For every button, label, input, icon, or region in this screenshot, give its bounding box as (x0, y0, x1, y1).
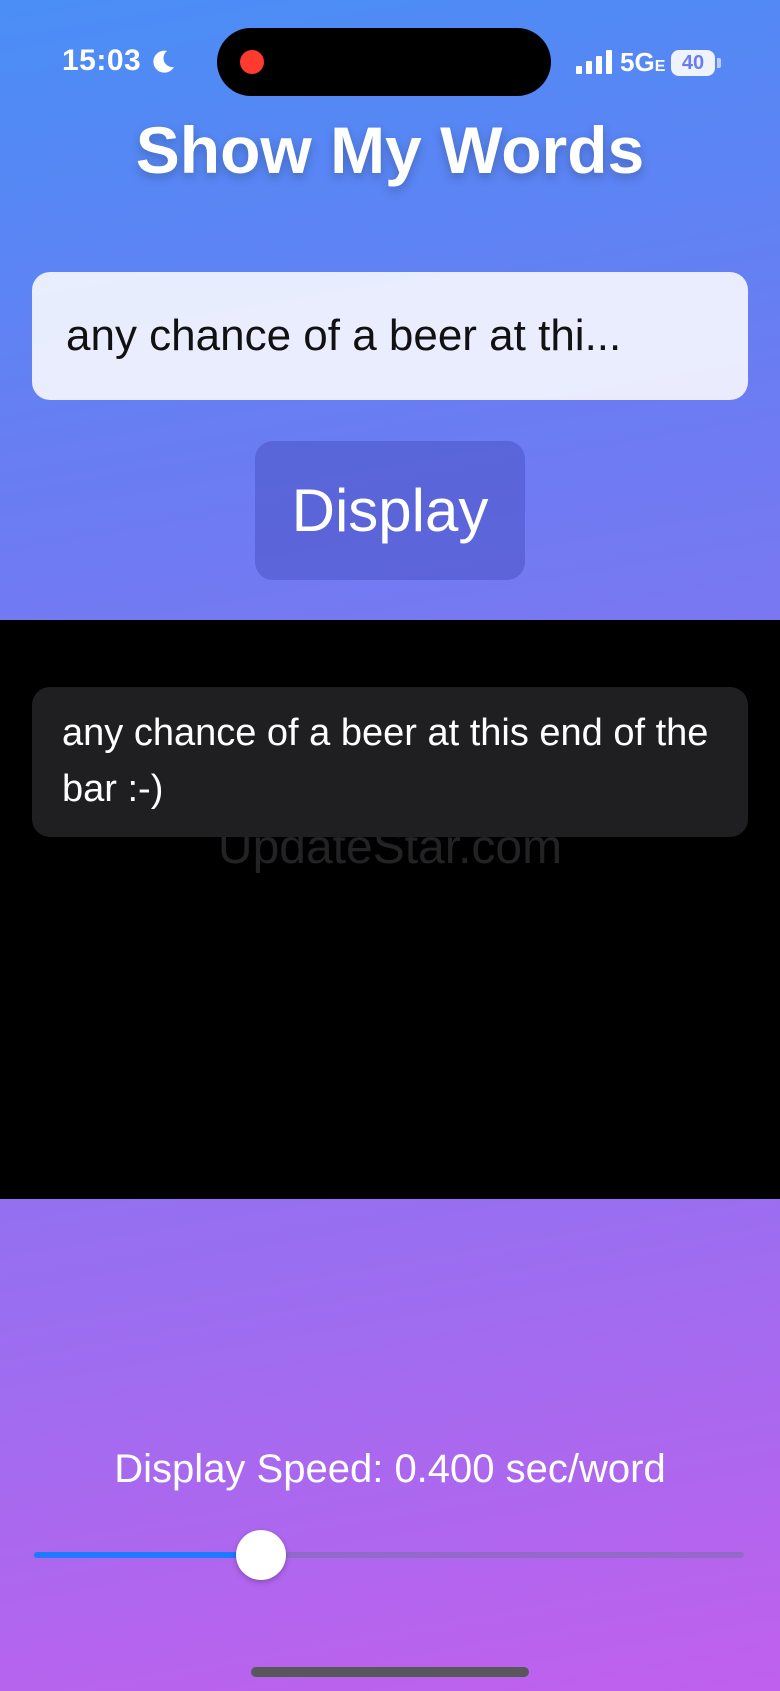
output-text-bubble: any chance of a beer at this end of the … (32, 687, 748, 837)
slider-fill (34, 1552, 261, 1558)
display-button[interactable]: Display (255, 441, 525, 580)
speed-slider[interactable] (34, 1530, 744, 1580)
slider-thumb[interactable] (236, 1530, 286, 1580)
message-input[interactable]: any chance of a beer at thi... (32, 272, 748, 400)
moon-icon (153, 50, 174, 73)
display-area: UpdateStar.com any chance of a beer at t… (0, 620, 780, 1199)
cellular-signal-icon (576, 50, 614, 74)
home-indicator[interactable] (251, 1667, 529, 1677)
recording-indicator-icon (240, 50, 264, 74)
display-speed-label: Display Speed: 0.400 sec/word (114, 1447, 666, 1491)
status-time: 15:03 (62, 44, 142, 77)
network-type: 5GE (620, 47, 666, 77)
page-title: Show My Words (135, 113, 645, 187)
dynamic-island (217, 28, 551, 96)
battery-cap (717, 58, 721, 68)
battery-icon: 40 (671, 50, 715, 76)
status-bar: 15:03 5GE 40 (0, 0, 780, 126)
